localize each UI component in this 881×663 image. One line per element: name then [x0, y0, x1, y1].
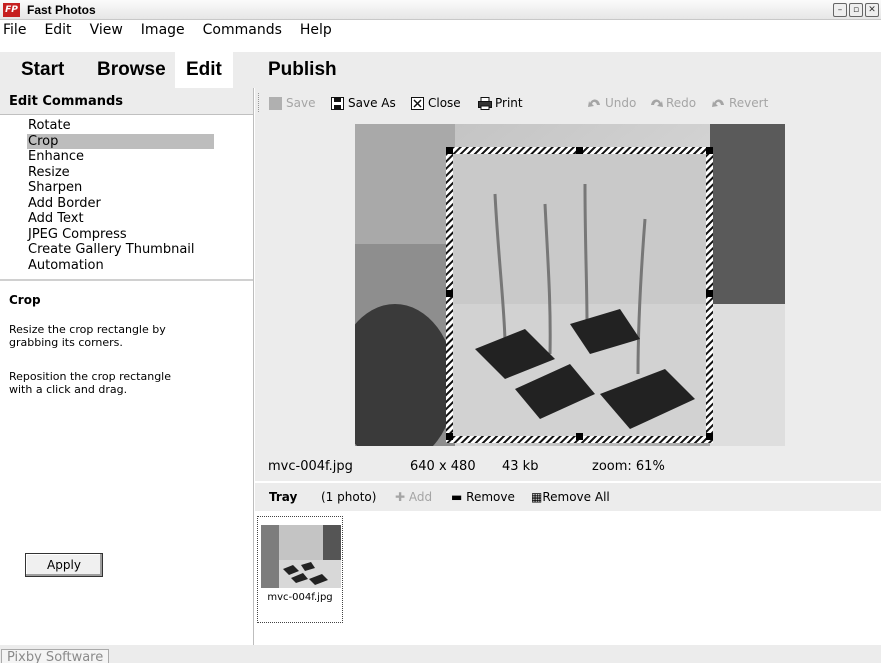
save-button[interactable]: Save [269, 96, 315, 110]
window-title: Fast Photos [27, 3, 96, 17]
menu-view[interactable]: View [79, 20, 130, 38]
tray-area: mvc-004f.jpg [255, 511, 881, 645]
minus-icon: ▬ [451, 490, 467, 504]
status-size: 43 kb [502, 459, 539, 474]
command-enhance[interactable]: Enhance [27, 149, 214, 165]
plus-icon: ✚ [395, 490, 409, 504]
tab-start[interactable]: Start [10, 52, 75, 88]
printer-icon [478, 96, 492, 110]
nav-tabs: Start Browse Edit Publish [0, 52, 881, 88]
redo-icon [649, 97, 663, 110]
edit-commands-panel: Edit Commands Rotate Crop Enhance Resize… [0, 88, 254, 645]
menu-file[interactable]: File [0, 20, 33, 38]
command-sharpen[interactable]: Sharpen [27, 180, 214, 196]
command-rotate[interactable]: Rotate [27, 118, 214, 134]
command-resize[interactable]: Resize [27, 165, 214, 181]
redo-button[interactable]: Redo [649, 96, 696, 110]
print-button[interactable]: Print [478, 96, 523, 110]
revert-button[interactable]: Revert [712, 96, 768, 110]
menu-image[interactable]: Image [130, 20, 192, 38]
save-as-button[interactable]: Save As [331, 96, 396, 110]
command-jpeg-compress[interactable]: JPEG Compress [27, 227, 214, 243]
command-crop[interactable]: Crop [27, 133, 214, 149]
undo-button[interactable]: Undo [588, 96, 636, 110]
panel-heading: Edit Commands [0, 88, 253, 115]
thumbnail-image [261, 525, 341, 588]
floppy-icon [331, 96, 344, 110]
photo-preview[interactable] [355, 124, 785, 446]
tray-toolbar: Tray (1 photo) ✚ Add ▬ Remove ▦Remove Al… [255, 483, 881, 511]
command-automation[interactable]: Automation [27, 258, 214, 274]
tray-count: (1 photo) [321, 490, 377, 504]
menu-bar: File Edit View Image Commands Help [0, 20, 881, 52]
command-create-gallery-thumbnail[interactable]: Create Gallery Thumbnail [27, 242, 214, 258]
tray-remove-button[interactable]: ▬ Remove [451, 483, 515, 511]
revert-icon [712, 97, 725, 110]
help-title: Crop [9, 293, 41, 307]
menu-commands[interactable]: Commands [192, 20, 289, 38]
tab-edit[interactable]: Edit [175, 52, 233, 88]
apply-button[interactable]: Apply [25, 553, 103, 577]
minimize-button[interactable]: – [833, 3, 847, 17]
tab-publish[interactable]: Publish [257, 52, 348, 88]
image-info-bar: mvc-004f.jpg 640 x 480 43 kb zoom: 61% [255, 451, 881, 481]
toolbar-grip [258, 93, 261, 112]
status-filename: mvc-004f.jpg [268, 459, 353, 474]
command-add-text[interactable]: Add Text [27, 211, 214, 227]
footer: Pixby Software [0, 645, 881, 663]
command-add-border[interactable]: Add Border [27, 196, 214, 212]
close-document-icon [411, 96, 424, 110]
tab-browse[interactable]: Browse [86, 52, 177, 88]
close-button[interactable]: Close [411, 96, 461, 110]
title-bar: FP Fast Photos – ▫ ✕ [0, 0, 881, 20]
tray-remove-all-button[interactable]: ▦Remove All [531, 483, 610, 511]
menu-edit[interactable]: Edit [33, 20, 78, 38]
editor-area: Save Save As Close Print Undo Redo Rever… [255, 88, 881, 645]
status-zoom: zoom: 61% [592, 459, 665, 474]
vendor-label: Pixby Software [1, 649, 110, 663]
remove-all-icon: ▦ [531, 490, 543, 504]
maximize-button[interactable]: ▫ [849, 3, 863, 17]
edit-toolbar: Save Save As Close Print Undo Redo Rever… [255, 88, 881, 117]
window-controls: – ▫ ✕ [833, 3, 879, 17]
image-canvas [255, 117, 881, 451]
save-icon [269, 96, 282, 110]
help-text-reposition: Reposition the crop rectangle with a cli… [9, 370, 171, 396]
tray-thumbnail[interactable]: mvc-004f.jpg [257, 516, 343, 623]
tray-add-button[interactable]: ✚ Add [395, 483, 432, 511]
app-logo-icon: FP [3, 3, 20, 17]
help-text-resize: Resize the crop rectangle by grabbing it… [9, 323, 166, 349]
status-dimensions: 640 x 480 [410, 459, 476, 474]
thumbnail-caption: mvc-004f.jpg [267, 592, 333, 603]
tray-label: Tray [269, 490, 298, 504]
divider [0, 279, 253, 281]
menu-help[interactable]: Help [289, 20, 339, 38]
command-list: Rotate Crop Enhance Resize Sharpen Add B… [0, 115, 253, 273]
undo-icon [588, 97, 601, 110]
close-window-button[interactable]: ✕ [865, 3, 879, 17]
